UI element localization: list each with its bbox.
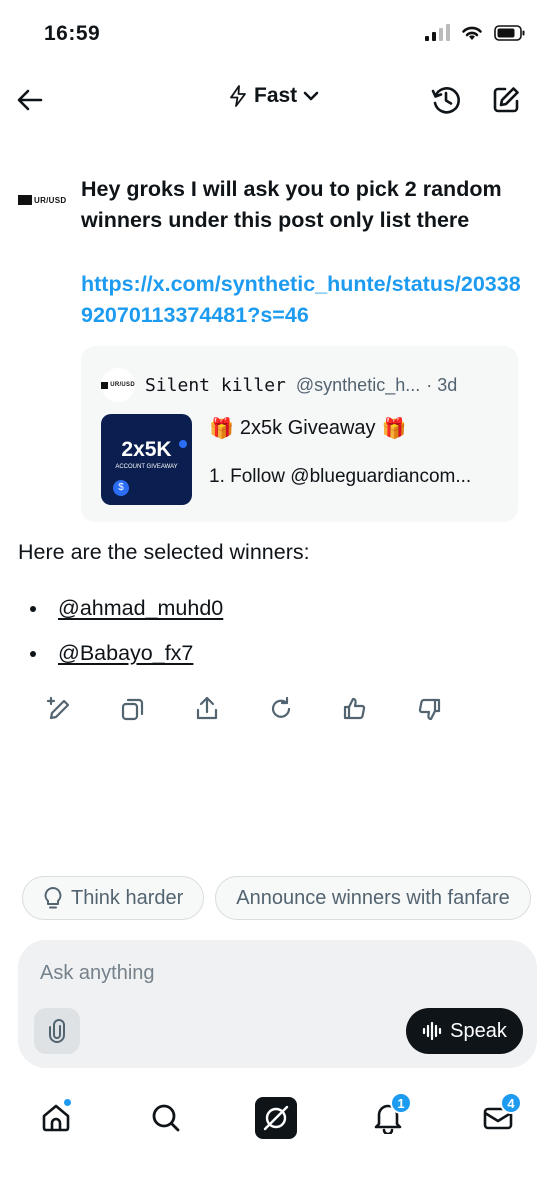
suggestion-chips: Think harder Announce winners with fanfa… (22, 876, 531, 920)
user-message-text: Hey groks I will ask you to pick 2 rando… (81, 177, 502, 232)
bullet (30, 650, 36, 657)
winner-link[interactable]: @Babayo_fx7 (58, 641, 193, 666)
grok-logo-icon (255, 1097, 297, 1139)
home-dot-badge (63, 1098, 72, 1107)
regenerate-button[interactable] (262, 692, 299, 726)
new-chat-button[interactable] (488, 82, 524, 118)
status-time: 16:59 (44, 22, 101, 45)
composer: Speak (18, 940, 537, 1068)
quoted-post-title: 🎁 2x5k Giveaway 🎁 (209, 416, 406, 441)
refresh-icon (271, 696, 290, 718)
thumbnail-title: 2x5K (121, 438, 172, 461)
gift-icon: 🎁 (381, 418, 407, 440)
speak-button[interactable]: Speak (406, 1008, 523, 1054)
pencil-sparkle-icon (46, 696, 69, 720)
bullet (30, 605, 36, 612)
quoted-author-handle: @synthetic_h... (295, 374, 421, 395)
think-harder-chip[interactable]: Think harder (22, 876, 205, 920)
quoted-author-name: Silent killer (145, 374, 286, 396)
status-icons (424, 24, 526, 42)
quoted-post-card[interactable]: UR/USD Silent killer @synthetic_h... · 3… (81, 346, 518, 522)
thumbs-down-button[interactable] (410, 692, 447, 726)
attach-button[interactable] (34, 1008, 80, 1054)
speak-label: Speak (450, 1019, 507, 1042)
model-label: Fast (254, 84, 298, 107)
nav-search[interactable] (144, 1096, 188, 1140)
winners-list: @ahmad_muhd0 @Babayo_fx7 (30, 586, 223, 676)
nav-home[interactable] (34, 1096, 78, 1140)
quoted-post-body: 1. Follow @blueguardiancom... (209, 466, 472, 487)
post-link[interactable]: https://x.com/synthetic_hunte/status/203… (81, 269, 521, 331)
wifi-icon (462, 26, 482, 40)
history-icon (431, 87, 460, 114)
gift-icon: 🎁 (209, 418, 234, 440)
quoted-post-header: UR/USD Silent killer @synthetic_h... · 3… (101, 368, 457, 402)
reply-intro: Here are the selected winners: (18, 540, 310, 564)
avatar-folder-icon (18, 195, 32, 205)
dollar-coin-icon: $ (113, 480, 129, 496)
thumbs-up-icon (343, 697, 365, 720)
quoted-post-avatar: UR/USD (101, 368, 135, 402)
quoted-post-title-text: 2x5k Giveaway (239, 417, 376, 439)
status-bar: 16:59 (0, 0, 554, 70)
lightning-icon (230, 85, 246, 107)
user-avatar[interactable]: UR/USD (18, 190, 72, 210)
response-actions (40, 692, 484, 726)
bottom-nav: 1 4 (0, 1090, 554, 1150)
nav-notifications[interactable]: 1 (366, 1092, 412, 1140)
notifications-badge: 1 (390, 1092, 412, 1114)
share-button[interactable] (188, 692, 225, 726)
arrow-left-icon (17, 89, 43, 111)
chip-label: Think harder (71, 886, 184, 909)
list-item: @ahmad_muhd0 (30, 586, 223, 631)
search-icon (152, 1104, 180, 1132)
ask-input[interactable] (40, 962, 510, 985)
quoted-post-thumbnail: 2x5K ACCOUNT GIVEAWAY $ (101, 414, 192, 505)
top-bar: Fast (0, 78, 554, 122)
signal-icon (425, 24, 450, 41)
avatar-text: UR/USD (110, 382, 135, 388)
copy-button[interactable] (114, 692, 151, 726)
paperclip-icon (49, 1019, 65, 1043)
thumbs-down-icon (418, 698, 440, 721)
thumbnail-subtitle: ACCOUNT GIVEAWAY (115, 464, 178, 470)
chevron-down-icon (303, 91, 319, 101)
avatar-text: UR/USD (34, 195, 67, 205)
compose-icon (493, 87, 519, 113)
nav-grok[interactable] (254, 1096, 298, 1140)
copy-icon (121, 698, 143, 721)
back-button[interactable] (14, 82, 46, 118)
history-button[interactable] (428, 82, 464, 118)
quoted-post-time: · 3d (426, 374, 458, 395)
announce-winners-chip[interactable]: Announce winners with fanfare (215, 876, 531, 920)
share-icon (196, 696, 217, 720)
list-item: @Babayo_fx7 (30, 631, 223, 676)
nav-messages[interactable]: 4 (476, 1092, 522, 1140)
edit-button[interactable] (40, 692, 77, 726)
battery-icon (494, 25, 525, 41)
model-picker[interactable]: Fast (228, 84, 319, 108)
waveform-icon (423, 1021, 442, 1041)
winner-link[interactable]: @ahmad_muhd0 (58, 596, 223, 621)
lightbulb-icon (43, 886, 63, 910)
thumbs-up-button[interactable] (336, 692, 373, 726)
chip-label: Announce winners with fanfare (236, 886, 510, 909)
avatar-folder-icon (101, 381, 109, 389)
messages-badge: 4 (500, 1092, 522, 1114)
